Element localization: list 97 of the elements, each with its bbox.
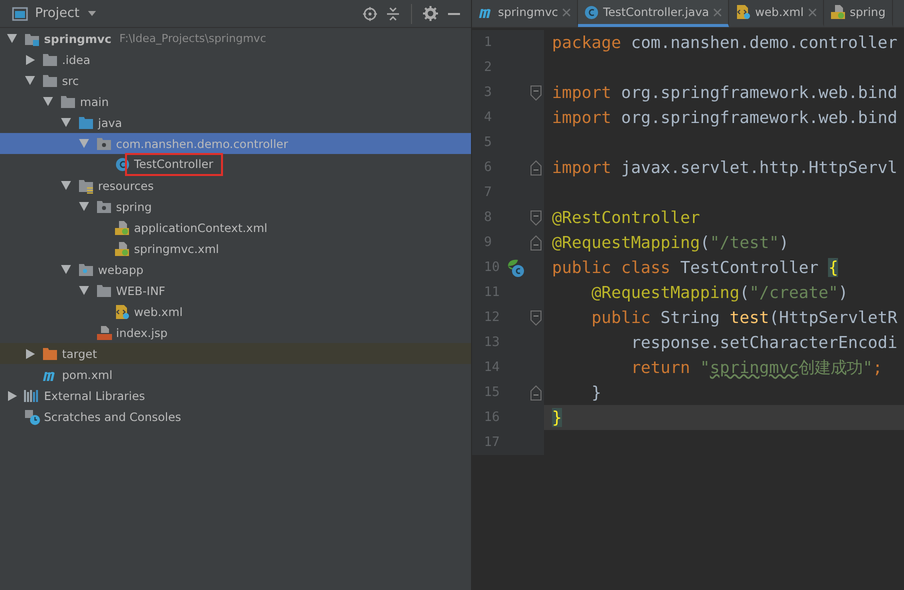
package-icon [96, 136, 112, 150]
editor-tab[interactable]: web.xml [729, 0, 824, 27]
tree-item[interactable]: target [0, 343, 471, 364]
tree-item-label: TestController [125, 153, 224, 176]
tree-item-label: .idea [62, 52, 90, 66]
tree-item-label: web.xml [134, 304, 183, 318]
xml-file-icon [735, 4, 752, 20]
code-line: import org.springframework.web.bind [552, 108, 898, 127]
tree-item[interactable]: web.xml [0, 301, 471, 322]
locate-icon[interactable] [363, 6, 377, 20]
tree-item-label: com.nanshen.demo.controller [116, 136, 288, 150]
code-line: response.setCharacterEncodi [630, 333, 898, 352]
scratches-icon [24, 408, 40, 424]
collapse-icon[interactable] [386, 6, 400, 20]
collapse-arrow-icon[interactable] [26, 348, 34, 358]
editor-tab[interactable]: spring [824, 0, 893, 27]
folder-icon [42, 74, 58, 88]
code-line: return "springmvc创建成功"; [630, 356, 882, 378]
tree-item-label: applicationContext.xml [134, 220, 268, 234]
tree-item-label: webapp [98, 262, 144, 276]
fold-icon[interactable] [530, 384, 542, 400]
jsp-file-icon [96, 324, 112, 340]
tree-item-label: pom.xml [62, 368, 112, 382]
tree-item[interactable]: Scratches and Consoles [0, 406, 471, 427]
class-icon [584, 4, 600, 20]
tree-item[interactable]: TestController [0, 154, 471, 175]
class-icon [114, 157, 130, 172]
code-line: import org.springframework.web.bind [552, 83, 898, 102]
expand-arrow-icon[interactable] [61, 181, 71, 190]
expand-arrow-icon[interactable] [79, 286, 89, 295]
code-line: import javax.servlet.http.HttpServl [552, 158, 898, 177]
tree-item-label: target [62, 346, 97, 360]
folder-icon [78, 116, 94, 130]
editor-tab[interactable]: TestController.java [578, 0, 730, 27]
tree-item[interactable]: springmvc F:\Idea_Projects\springmvc [0, 28, 471, 49]
tree-item-label: resources [98, 178, 154, 192]
window-icon [12, 6, 28, 20]
collapse-arrow-icon[interactable] [8, 390, 16, 400]
xml-file-icon [114, 240, 130, 256]
tree-item[interactable]: webapp [0, 259, 471, 280]
tree-item[interactable]: main [0, 91, 471, 112]
tree-item[interactable]: pom.xml [0, 364, 471, 385]
fold-icon[interactable] [530, 210, 542, 226]
xml-file-icon [114, 304, 130, 320]
xml-file-icon [830, 4, 846, 20]
tree-item-label: springmvc [44, 32, 112, 46]
folder-icon [42, 52, 58, 66]
libraries-icon [24, 388, 40, 402]
fold-icon[interactable] [530, 160, 542, 176]
settings-icon[interactable] [423, 6, 438, 21]
tree-item-label: WEB-INF [116, 284, 166, 298]
tree-item-label: External Libraries [44, 388, 146, 402]
fold-icon[interactable] [530, 84, 542, 100]
tree-item-label: index.jsp [116, 326, 168, 340]
tree-item[interactable]: WEB-INF [0, 280, 471, 301]
tree-item[interactable]: spring [0, 196, 471, 217]
xml-file-icon [114, 220, 130, 236]
expand-arrow-icon[interactable] [79, 202, 89, 211]
tree-item-label: main [80, 94, 109, 108]
folder-icon [78, 262, 94, 276]
code-line: package com.nanshen.demo.controller [552, 33, 898, 52]
folder-icon [42, 346, 58, 360]
fold-icon[interactable] [530, 234, 542, 250]
tree-item[interactable]: index.jsp [0, 322, 471, 343]
tree-item[interactable]: resources [0, 175, 471, 196]
code-line: public class TestController { [552, 258, 838, 277]
folder-icon [96, 284, 112, 298]
expand-arrow-icon[interactable] [43, 97, 53, 106]
package-icon [96, 200, 112, 214]
tree-item[interactable]: applicationContext.xml [0, 217, 471, 238]
code-line: @RestController [552, 208, 700, 227]
fold-icon[interactable] [530, 310, 542, 326]
tree-item-label: src [62, 74, 79, 88]
expand-arrow-icon[interactable] [61, 118, 71, 127]
tree-item[interactable]: springmvc.xml [0, 238, 471, 259]
project-path: F:\Idea_Projects\springmvc [119, 32, 266, 45]
panel-title[interactable]: Project [35, 6, 80, 21]
tree-item-label: Scratches and Consoles [44, 410, 182, 424]
code-line: public String test(HttpServletR [590, 308, 898, 327]
tree-item-label: springmvc.xml [134, 242, 219, 256]
class-gutter-icon[interactable] [506, 258, 526, 278]
code-line: @RequestMapping("/create") [590, 283, 848, 302]
expand-arrow-icon[interactable] [7, 34, 17, 43]
tree-item[interactable]: java [0, 112, 471, 133]
expand-arrow-icon[interactable] [61, 265, 71, 274]
tree-item-label: java [98, 116, 122, 130]
code-line: @RequestMapping("/test") [552, 233, 789, 252]
resources-folder-icon [78, 178, 94, 194]
tree-item-label: spring [116, 200, 152, 214]
tree-item[interactable]: src [0, 70, 471, 91]
collapse-arrow-icon[interactable] [26, 54, 34, 64]
tree-item[interactable]: External Libraries [0, 385, 471, 406]
caret-icon[interactable] [88, 10, 96, 16]
code-line: } [590, 383, 602, 402]
tree-item[interactable]: .idea [0, 49, 471, 70]
expand-arrow-icon[interactable] [25, 76, 35, 85]
folder-icon [60, 94, 76, 108]
